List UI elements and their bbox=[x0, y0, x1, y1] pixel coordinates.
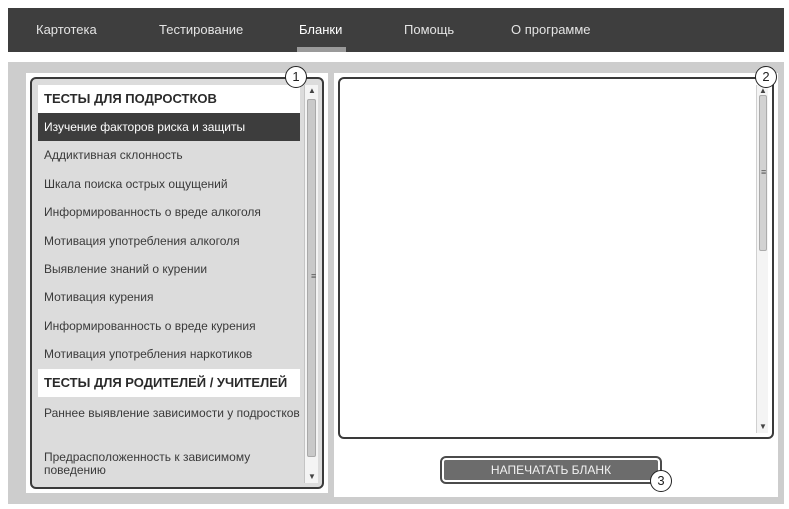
scroll-thumb[interactable]: ≡ bbox=[307, 99, 316, 457]
test-list-scrollbar[interactable]: ▲ ≡ ▼ bbox=[304, 85, 318, 483]
group-header-teens: ТЕСТЫ ДЛЯ ПОДРОСТКОВ bbox=[38, 85, 300, 113]
list-item[interactable]: Изучение факторов риска и защиты bbox=[38, 113, 300, 142]
scroll-up-arrow-icon[interactable]: ▲ bbox=[759, 87, 767, 95]
list-item[interactable]: Информированность о вреде алкоголя bbox=[38, 198, 300, 227]
grip-icon: ≡ bbox=[311, 271, 317, 281]
list-item[interactable]: Предрасположенность к зависимому поведен… bbox=[38, 440, 300, 483]
list-item[interactable]: Шкала поиска острых ощущений bbox=[38, 169, 300, 199]
list-item[interactable]: Мотивация употребления наркотиков bbox=[38, 340, 300, 369]
test-list[interactable]: ТЕСТЫ ДЛЯ ПОДРОСТКОВ Изучение факторов р… bbox=[38, 85, 300, 483]
tab-o-programme[interactable]: О программе bbox=[511, 8, 591, 52]
print-form-button-label: НАПЕЧАТАТЬ БЛАНК bbox=[444, 460, 658, 480]
list-item[interactable]: Выявление знаний о курении bbox=[38, 254, 300, 284]
scroll-down-arrow-icon[interactable]: ▼ bbox=[308, 473, 316, 481]
test-list-panel: ТЕСТЫ ДЛЯ ПОДРОСТКОВ Изучение факторов р… bbox=[26, 66, 328, 493]
preview-scrollbar[interactable]: ▲ ≡ ▼ bbox=[756, 85, 768, 433]
callout-badge: 1 bbox=[285, 66, 307, 88]
form-preview-area: ▲ ≡ ▼ bbox=[338, 77, 774, 439]
list-item[interactable]: Мотивация употребления алкоголя bbox=[38, 226, 300, 255]
grip-icon: ≡ bbox=[761, 167, 767, 177]
tab-blanki[interactable]: Бланки bbox=[296, 8, 347, 52]
tab-kartoteka[interactable]: Картотека bbox=[36, 8, 97, 52]
callout-badge: 2 bbox=[755, 66, 777, 88]
tab-testirovanie[interactable]: Тестирование bbox=[159, 8, 243, 52]
scroll-thumb[interactable]: ≡ bbox=[759, 95, 767, 251]
scroll-up-arrow-icon[interactable]: ▲ bbox=[308, 87, 316, 95]
callout-badge: 3 bbox=[650, 470, 672, 492]
print-form-button[interactable]: НАПЕЧАТАТЬ БЛАНК bbox=[440, 456, 662, 484]
list-item[interactable]: Раннее выявление зависимости у подростко… bbox=[38, 396, 300, 441]
tab-pomoshch[interactable]: Помощь bbox=[404, 8, 454, 52]
top-menu-bar: Картотека Тестирование Бланки Помощь О п… bbox=[8, 8, 784, 52]
list-item[interactable]: Информированность о вреде курения bbox=[38, 311, 300, 341]
scroll-down-arrow-icon[interactable]: ▼ bbox=[759, 423, 767, 431]
form-preview-panel: ▲ ≡ ▼ 2 bbox=[334, 66, 778, 497]
test-list-box: ТЕСТЫ ДЛЯ ПОДРОСТКОВ Изучение факторов р… bbox=[30, 77, 324, 489]
list-item[interactable]: Мотивация курения bbox=[38, 283, 300, 312]
list-item[interactable]: Аддиктивная склонность bbox=[38, 141, 300, 170]
group-header-parents: ТЕСТЫ ДЛЯ РОДИТЕЛЕЙ / УЧИТЕЛЕЙ bbox=[38, 368, 300, 397]
